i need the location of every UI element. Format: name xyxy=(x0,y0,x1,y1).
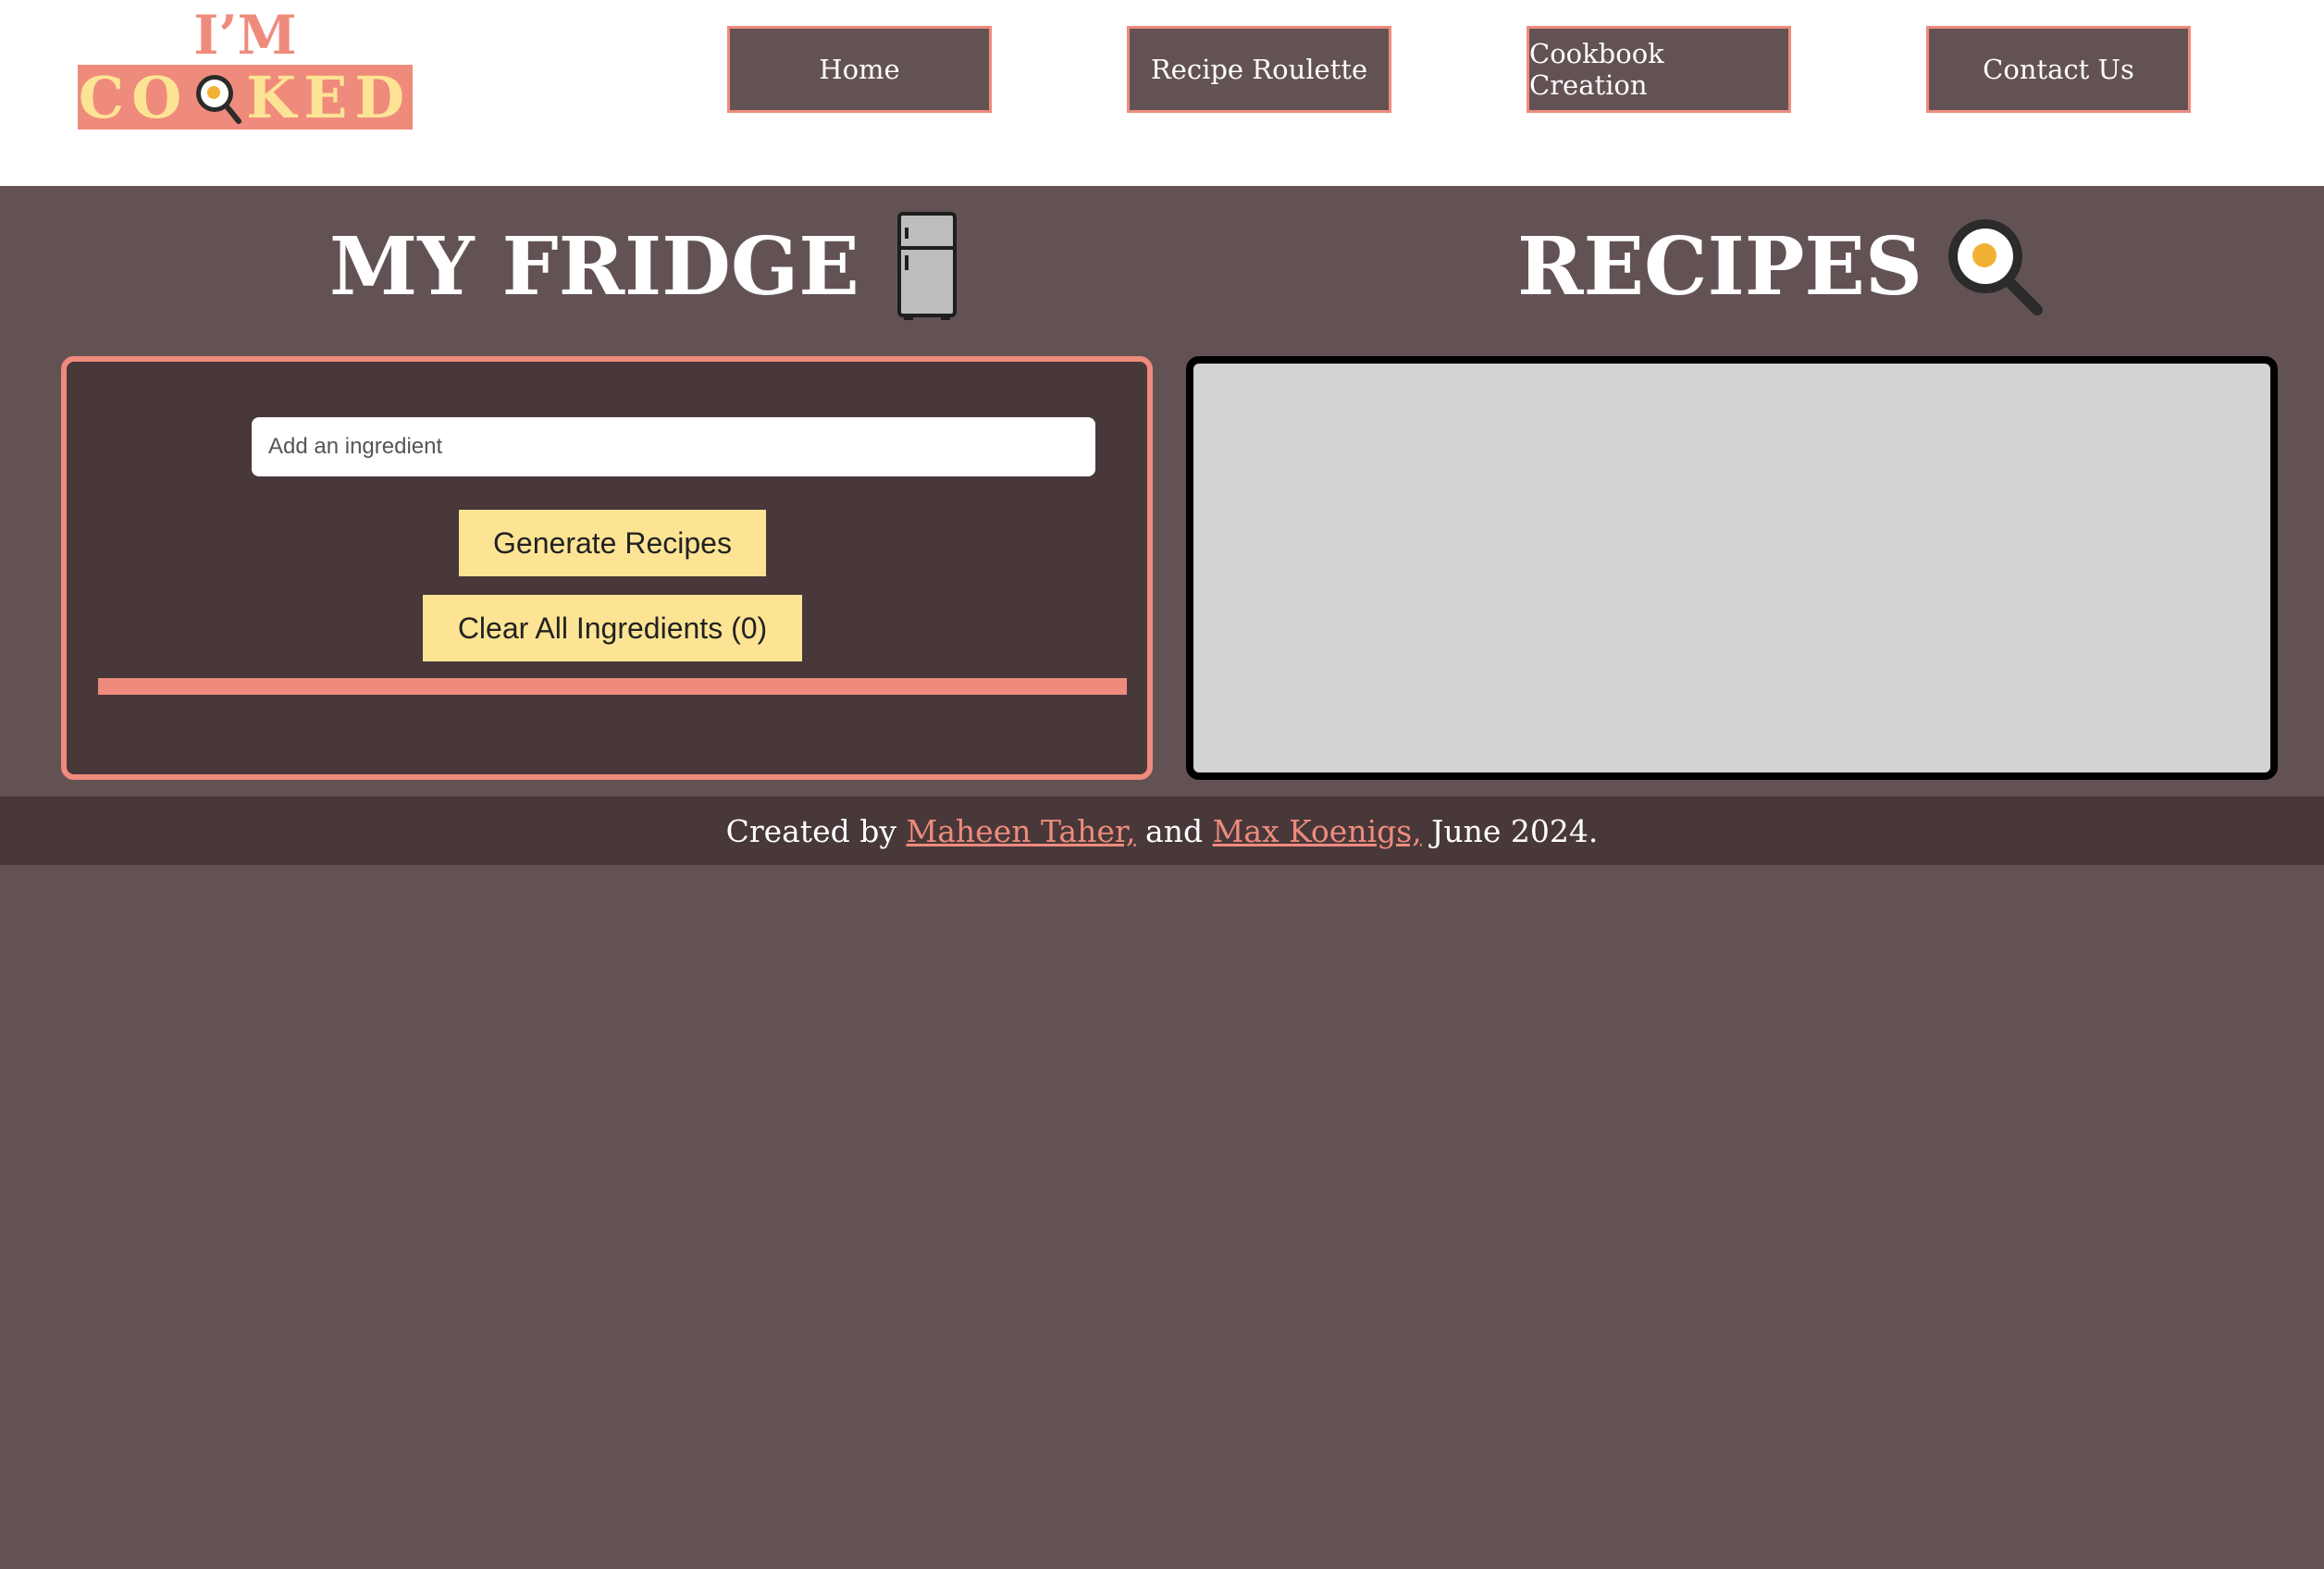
ingredient-input[interactable] xyxy=(252,417,1095,476)
site-footer: Created by Maheen Taher, and Max Koenigs… xyxy=(0,797,2324,865)
recipes-heading: RECIPES xyxy=(1517,211,2048,322)
logo-wordmark: CO KED xyxy=(78,63,413,131)
fridge-heading: MY FRIDGE xyxy=(329,211,958,322)
logo-word-left: CO xyxy=(78,63,190,131)
logo-im-text: I’M xyxy=(193,4,297,67)
recipes-panel xyxy=(1186,356,2278,780)
ingredients-divider xyxy=(98,678,1127,695)
logo-banner: CO KED xyxy=(78,63,413,131)
logo-word-right: KED xyxy=(246,63,413,131)
footer-prefix: Created by xyxy=(725,812,907,849)
clear-ingredients-button[interactable]: Clear All Ingredients (0) xyxy=(423,595,802,661)
fridge-panel: Generate Recipes Clear All Ingredients (… xyxy=(61,356,1153,780)
fridge-title: MY FRIDGE xyxy=(329,219,859,314)
author-link-max[interactable]: Max Koenigs, xyxy=(1213,813,1422,849)
frying-pan-egg-icon xyxy=(196,75,242,124)
footer-date: June 2024. xyxy=(1421,812,1599,849)
nav-contact-us-button[interactable]: Contact Us xyxy=(1926,26,2191,113)
frying-pan-egg-icon xyxy=(1948,219,2044,315)
nav-recipe-roulette-button[interactable]: Recipe Roulette xyxy=(1127,26,1391,113)
footer-and: and xyxy=(1135,812,1213,849)
generate-recipes-button[interactable]: Generate Recipes xyxy=(459,510,766,576)
site-header: I’M CO KED Home Recipe Roulette Cookbook… xyxy=(0,0,2324,186)
author-link-maheen[interactable]: Maheen Taher, xyxy=(906,813,1135,849)
recipes-title: RECIPES xyxy=(1517,219,1923,314)
nav-cookbook-creation-button[interactable]: Cookbook Creation xyxy=(1527,26,1791,113)
site-logo[interactable]: I’M CO KED xyxy=(78,7,413,131)
nav-home-button[interactable]: Home xyxy=(727,26,992,113)
fridge-icon xyxy=(896,212,957,320)
